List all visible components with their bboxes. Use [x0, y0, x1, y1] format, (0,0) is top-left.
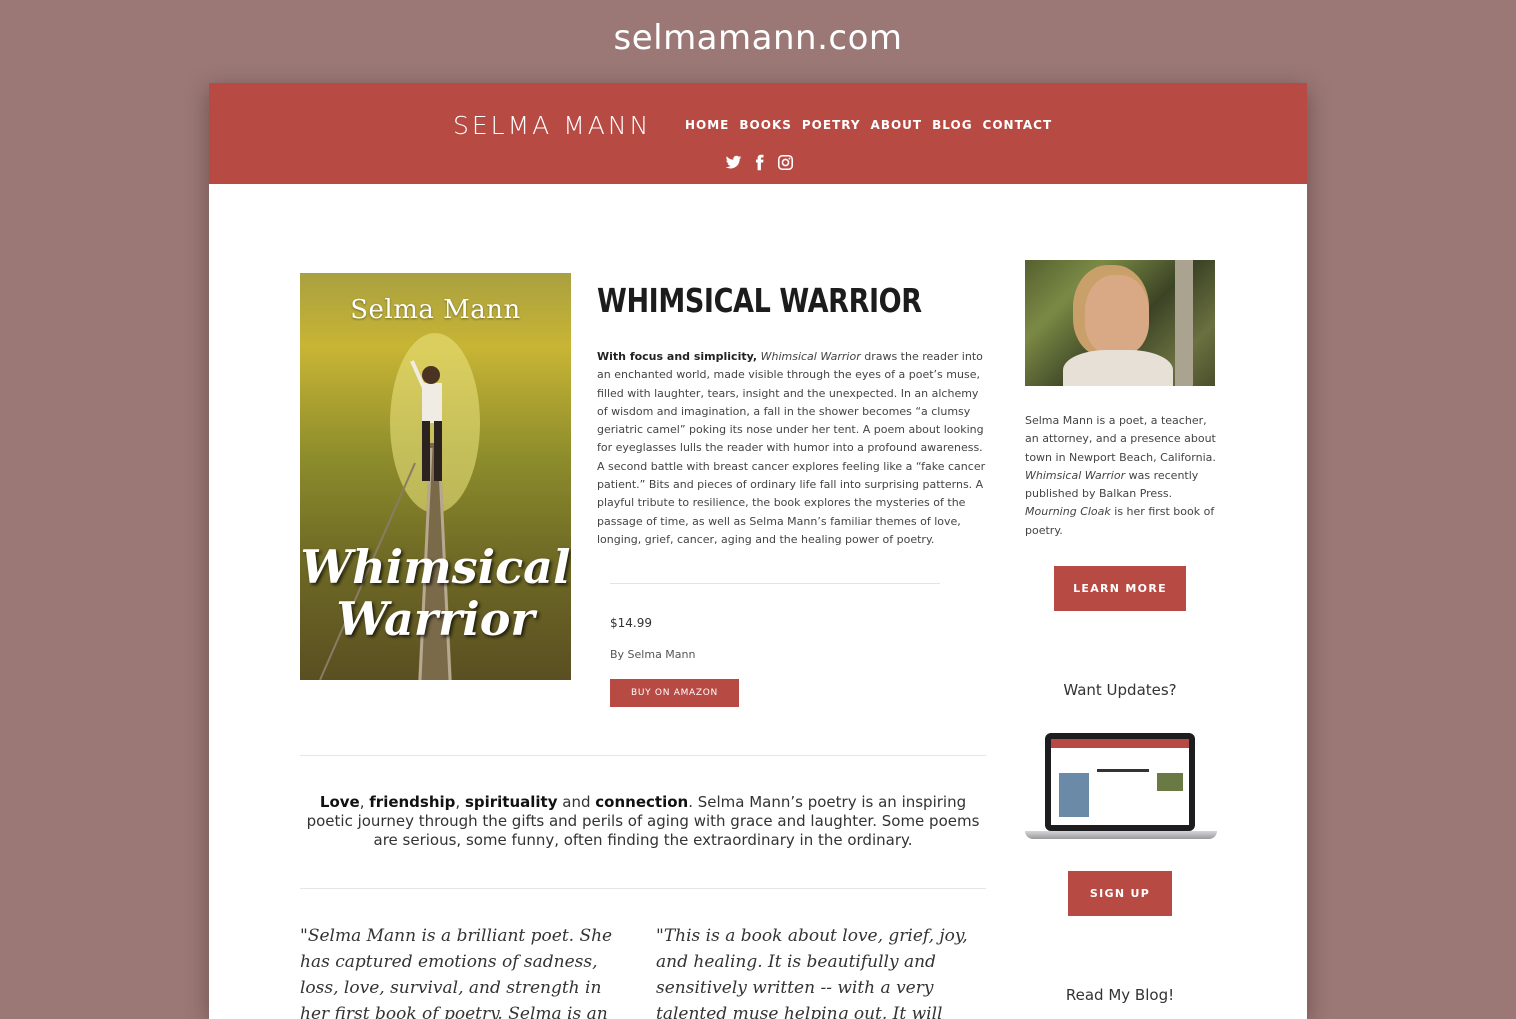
book-byline: By Selma Mann: [610, 648, 696, 661]
tagline-word-spirituality: spirituality: [464, 793, 558, 811]
website-frame: SELMA MANN HOME BOOKS POETRY ABOUT BLOG …: [209, 83, 1307, 1019]
mini-header: [1051, 739, 1189, 748]
updates-heading: Want Updates?: [1063, 681, 1177, 699]
tagline-word-love: Love: [319, 793, 360, 811]
twitter-icon[interactable]: [725, 154, 742, 171]
photo-shirt: [1063, 350, 1173, 386]
testimonial-quote: "This is a book about love, grief, joy, …: [656, 926, 968, 1019]
tagline-paragraph: Love, friendship, spirituality and conne…: [300, 793, 986, 850]
laptop-mockup-image: [1025, 731, 1217, 847]
sign-up-button[interactable]: SIGN UP: [1068, 871, 1172, 916]
section-divider: [300, 888, 986, 889]
nav-home[interactable]: HOME: [685, 118, 729, 132]
cover-title-line1: Whimsical: [300, 540, 571, 594]
testimonial-quote: "Selma Mann is a brilliant poet. She has…: [300, 926, 613, 1019]
desc-title-italic: Whimsical Warrior: [760, 350, 861, 363]
laptop-base: [1025, 831, 1217, 839]
photo-portrait: [1085, 275, 1149, 355]
desc-lead: With focus and simplicity,: [597, 350, 758, 363]
nav-blog[interactable]: BLOG: [932, 118, 972, 132]
bio-book-title: Whimsical Warrior: [1025, 468, 1126, 482]
section-divider: [300, 755, 986, 756]
book-cover-image[interactable]: Selma Mann Whimsical Warrior: [300, 273, 571, 680]
mini-cover: [1059, 773, 1089, 817]
book-description: With focus and simplicity, Whimsical War…: [597, 348, 989, 549]
site-header: SELMA MANN HOME BOOKS POETRY ABOUT BLOG …: [209, 83, 1307, 184]
tagline-word-friendship: friendship: [369, 793, 456, 811]
bio-text: Selma Mann is a poet, a teacher, an atto…: [1025, 414, 1216, 464]
cover-title-line2: Warrior: [336, 592, 535, 646]
social-links: [725, 154, 794, 171]
nav-poetry[interactable]: POETRY: [802, 118, 861, 132]
nav-contact[interactable]: CONTACT: [983, 118, 1053, 132]
photo-tree-trunk: [1175, 260, 1193, 386]
book-title: WHIMSICAL WARRIOR: [597, 281, 922, 320]
book-price: $14.99: [610, 616, 652, 630]
tagline-word-connection: connection: [595, 793, 689, 811]
bio-book-title: Mourning Cloak: [1025, 505, 1111, 519]
learn-more-button[interactable]: LEARN MORE: [1054, 566, 1186, 611]
instagram-icon[interactable]: [777, 154, 794, 171]
nav-about[interactable]: ABOUT: [871, 118, 923, 132]
buy-on-amazon-button[interactable]: BUY ON AMAZON: [610, 679, 739, 707]
cover-author-name: Selma Mann: [350, 295, 521, 325]
nav-books[interactable]: BOOKS: [739, 118, 792, 132]
product-divider: [610, 583, 940, 584]
author-photo: [1025, 260, 1215, 386]
author-bio: Selma Mann is a poet, a teacher, an atto…: [1025, 412, 1217, 540]
laptop-display: [1051, 739, 1189, 825]
tagline-sep: ,: [359, 793, 370, 811]
site-url-caption: selmamann.com: [613, 18, 903, 58]
desc-body: draws the reader into an enchanted world…: [597, 350, 986, 546]
facebook-icon[interactable]: [751, 154, 768, 171]
tagline-sep: ,: [455, 793, 465, 811]
blog-heading[interactable]: Read My Blog!: [1025, 986, 1215, 1004]
mini-photo: [1157, 773, 1183, 791]
mini-title: [1097, 769, 1149, 772]
tagline-sep: and: [557, 793, 596, 811]
laptop-screen: [1045, 733, 1195, 831]
main-nav: HOME BOOKS POETRY ABOUT BLOG CONTACT: [685, 118, 1052, 132]
cover-title: Whimsical Warrior: [300, 541, 571, 645]
brand-logo[interactable]: SELMA MANN: [453, 111, 651, 140]
